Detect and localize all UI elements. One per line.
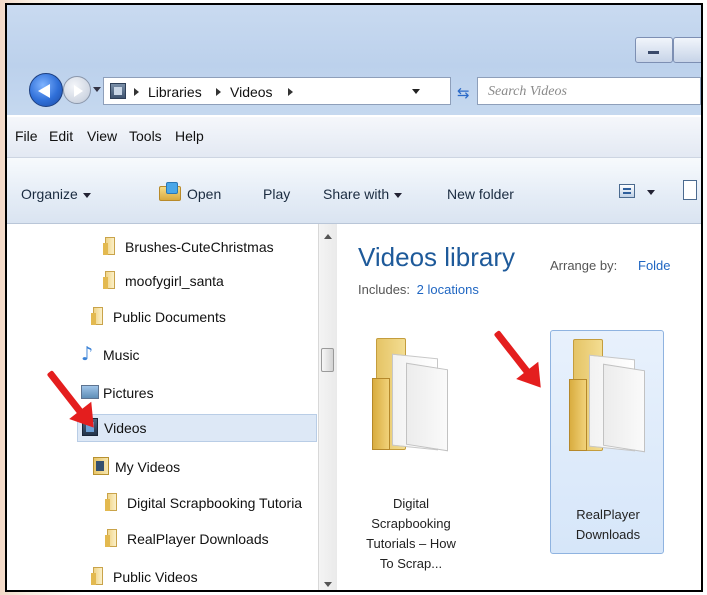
back-button[interactable]	[29, 73, 63, 107]
refresh-icon: ⇆	[457, 84, 470, 102]
command-bar: Organize Open Play Share with New folder	[7, 158, 701, 224]
nav-item-label: Pictures	[103, 385, 154, 401]
nav-item-label: moofygirl_santa	[125, 273, 224, 289]
breadcrumb-arrow-icon[interactable]	[216, 88, 221, 96]
arrange-by-label: Arrange by:	[550, 258, 618, 273]
open-icon	[159, 182, 183, 202]
folder-icon	[91, 567, 107, 585]
chevron-down-icon	[82, 192, 91, 198]
nav-item-moofygirl-santa[interactable]: moofygirl_santa	[103, 268, 313, 294]
nav-item-public-documents[interactable]: Public Documents	[91, 304, 313, 330]
folder-icon	[372, 338, 452, 452]
nav-item-label: Public Videos	[113, 569, 198, 585]
nav-item-videos[interactable]: Videos	[77, 414, 317, 442]
locations-link[interactable]: 2 locations	[417, 282, 479, 297]
nav-item-label: My Videos	[115, 459, 181, 475]
nav-item-label: Brushes-CuteChristmas	[125, 239, 274, 255]
nav-item-label: Videos	[104, 420, 147, 436]
breadcrumb-videos[interactable]: Videos	[230, 84, 273, 100]
explorer-window: Libraries Videos ⇆ File Edit View Tools …	[7, 5, 701, 590]
includes-label: Includes:	[358, 282, 411, 297]
screenshot-frame: Libraries Videos ⇆ File Edit View Tools …	[5, 3, 703, 592]
menu-edit[interactable]: Edit	[49, 128, 73, 144]
nav-item-pictures[interactable]: Pictures	[81, 380, 313, 406]
file-tile-realplayer-downloads[interactable]: RealPlayer Downloads	[550, 330, 664, 554]
nav-item-my-videos[interactable]: My Videos	[93, 454, 313, 480]
refresh-button[interactable]: ⇆	[453, 77, 475, 105]
nav-item-public-videos[interactable]: Public Videos	[91, 564, 313, 590]
address-dropdown-icon[interactable]	[412, 89, 420, 94]
breadcrumb-arrow-icon[interactable]	[134, 88, 139, 96]
search-box[interactable]	[477, 77, 701, 105]
breadcrumb-arrow-icon[interactable]	[288, 88, 293, 96]
menu-file[interactable]: File	[15, 128, 38, 144]
menu-bar: File Edit View Tools Help	[7, 117, 701, 158]
address-bar[interactable]: Libraries Videos	[103, 77, 451, 105]
library-folder-icon	[110, 83, 126, 99]
red-arrow-annotation-icon	[31, 360, 105, 437]
scroll-up-icon[interactable]	[324, 234, 332, 239]
nav-scrollbar[interactable]	[318, 224, 337, 590]
nav-item-label: RealPlayer Downloads	[127, 531, 269, 547]
file-name: Digital Scrapbooking Tutorials – How To …	[366, 496, 456, 571]
my-videos-folder-icon	[93, 457, 109, 475]
minimize-button[interactable]	[635, 37, 673, 63]
folder-icon	[105, 493, 121, 511]
scroll-thumb[interactable]	[321, 348, 334, 372]
change-view-icon[interactable]	[619, 184, 635, 198]
file-name: RealPlayer Downloads	[575, 507, 641, 542]
folder-icon	[105, 529, 121, 547]
preview-pane-icon[interactable]	[683, 180, 697, 200]
library-includes: Includes: 2 locations	[358, 282, 479, 297]
nav-item-realplayer-downloads[interactable]: RealPlayer Downloads	[105, 526, 317, 552]
recent-pages-chevron-icon[interactable]	[93, 87, 101, 92]
menu-help[interactable]: Help	[175, 128, 204, 144]
scroll-down-icon[interactable]	[324, 582, 332, 587]
organize-label: Organize	[21, 186, 78, 202]
file-tile-digital-scrapbooking[interactable]: Digital Scrapbooking Tutorials – How To …	[354, 320, 468, 590]
content-pane: Videos library Includes: 2 locations Arr…	[338, 224, 701, 590]
forward-button[interactable]	[63, 76, 91, 104]
menu-tools[interactable]: Tools	[129, 128, 162, 144]
nav-item-label: Public Documents	[113, 309, 226, 325]
navigation-pane: Brushes-CuteChristmas moofygirl_santa Pu…	[7, 224, 337, 590]
folder-icon	[569, 339, 649, 453]
red-arrow-annotation-icon	[478, 320, 552, 397]
nav-item-label: Digital Scrapbooking Tutoria	[127, 495, 303, 511]
maximize-button[interactable]	[673, 37, 701, 63]
nav-item-brushes-cutechristmas[interactable]: Brushes-CuteChristmas	[103, 234, 313, 260]
open-button[interactable]: Open	[187, 186, 221, 202]
view-options-chevron-icon[interactable]	[647, 190, 655, 195]
folder-icon	[103, 237, 119, 255]
nav-item-label: Music	[103, 347, 140, 363]
organize-button[interactable]: Organize	[21, 186, 91, 202]
share-with-button[interactable]: Share with	[323, 186, 403, 202]
new-folder-button[interactable]: New folder	[447, 186, 514, 202]
nav-item-digital-scrapbooking[interactable]: Digital Scrapbooking Tutoria	[105, 490, 317, 516]
share-with-label: Share with	[323, 186, 390, 202]
chevron-down-icon	[394, 192, 403, 198]
arrange-by-dropdown[interactable]: Folde	[638, 258, 671, 273]
search-input[interactable]	[488, 83, 688, 101]
play-button[interactable]: Play	[263, 186, 290, 202]
breadcrumb-libraries[interactable]: Libraries	[148, 84, 202, 100]
title-bar: Libraries Videos ⇆	[7, 5, 701, 115]
folder-icon	[91, 307, 107, 325]
nav-item-music[interactable]: ♪ Music	[81, 342, 313, 368]
menu-view[interactable]: View	[87, 128, 117, 144]
library-title: Videos library	[358, 242, 516, 272]
folder-icon	[103, 271, 119, 289]
